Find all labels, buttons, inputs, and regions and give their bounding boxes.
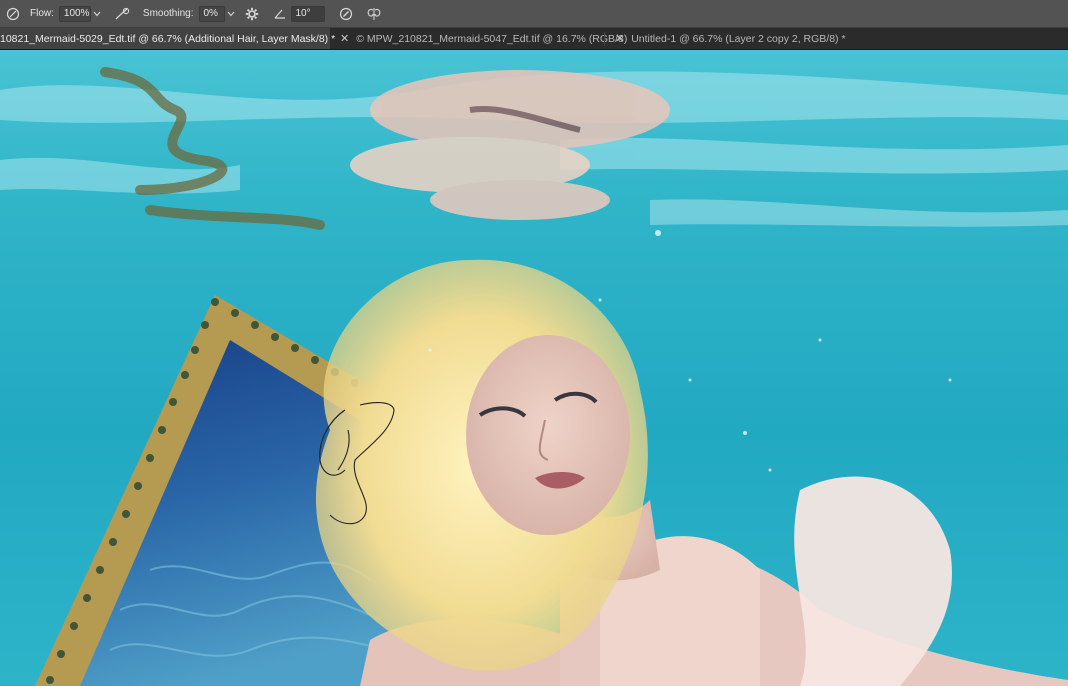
smoothing-label: Smoothing: (142, 8, 194, 19)
tab-mermaid-5047[interactable]: ✕ © MPW_210821_Mermaid-5047_Edt.tif @ 16… (330, 28, 627, 49)
chevron-down-icon[interactable] (91, 6, 103, 22)
tab-label: Untitled-1 @ 66.7% (Layer 2 copy 2, RGB/… (631, 32, 846, 45)
flow-input[interactable]: 100% (58, 5, 91, 22)
tab-untitled-1[interactable]: ✕ Untitled-1 @ 66.7% (Layer 2 copy 2, RG… (605, 28, 867, 49)
smoothing-input[interactable]: 0% (198, 5, 225, 22)
airbrush-toggle-icon[interactable] (113, 5, 131, 23)
tab-label: © MPW_210821_Mermaid-5047_Edt.tif @ 16.7… (356, 32, 628, 45)
tab-label: 10821_Mermaid-5029_Edt.tif @ 66.7% (Addi… (0, 32, 336, 45)
options-bar: Flow: 100% Smoothing: 0% 10° (0, 0, 1068, 28)
angle-input[interactable]: 10° (290, 5, 325, 22)
symmetry-icon[interactable] (365, 5, 383, 23)
tab-mermaid-5029[interactable]: 10821_Mermaid-5029_Edt.tif @ 66.7% (Addi… (0, 28, 335, 49)
document-canvas[interactable] (0, 50, 1068, 686)
pressure-opacity-icon[interactable] (337, 5, 355, 23)
underwater-photo (0, 50, 1068, 686)
flow-label: Flow: (30, 8, 54, 19)
angle-icon (271, 5, 289, 23)
chevron-down-icon[interactable] (225, 6, 237, 22)
close-icon[interactable]: ✕ (615, 32, 624, 45)
airbrush-icon[interactable] (4, 5, 22, 23)
gear-icon[interactable] (243, 5, 261, 23)
document-tab-bar: 10821_Mermaid-5029_Edt.tif @ 66.7% (Addi… (0, 28, 1068, 50)
close-icon[interactable]: ✕ (340, 32, 349, 45)
